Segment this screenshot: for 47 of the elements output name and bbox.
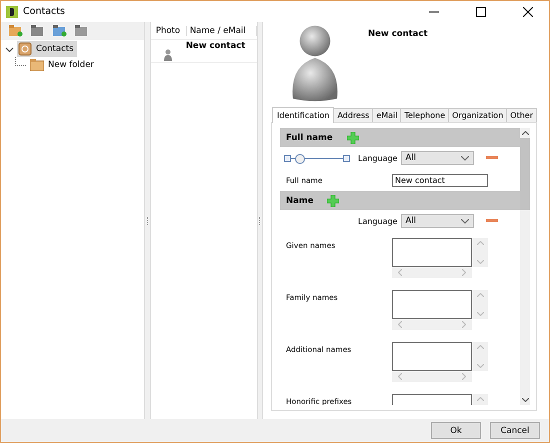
section-title: Name xyxy=(286,196,314,206)
caret-icon xyxy=(461,218,470,224)
scroll-right-icon[interactable] xyxy=(462,269,466,276)
contact-name[interactable]: New contact xyxy=(186,41,246,51)
tree-item[interactable]: Contacts xyxy=(17,41,76,57)
scroll-left-icon[interactable] xyxy=(398,269,402,276)
folder-icon[interactable] xyxy=(9,25,23,37)
column-header[interactable]: Photo xyxy=(150,26,187,36)
close-icon[interactable] xyxy=(523,6,533,16)
add-icon[interactable] xyxy=(327,194,340,206)
scroll-up-icon[interactable] xyxy=(522,131,528,135)
language-dropdown[interactable]: All xyxy=(401,214,474,228)
scroll-down-icon[interactable] xyxy=(522,398,528,402)
tab[interactable]: Telephone xyxy=(400,108,450,122)
tab[interactable]: Organization xyxy=(448,108,508,122)
tab[interactable]: Other xyxy=(506,108,537,122)
tree-item[interactable]: New folder xyxy=(29,58,97,72)
column-header[interactable]: Name / eMail xyxy=(186,26,257,36)
tab[interactable]: Address xyxy=(333,108,374,122)
tab[interactable]: Identification xyxy=(272,107,334,123)
slider[interactable] xyxy=(284,154,350,162)
language-dropdown[interactable]: All xyxy=(401,151,474,165)
folder-icon[interactable] xyxy=(31,25,45,37)
maximize-icon[interactable] xyxy=(476,6,486,16)
ok-button[interactable]: Ok xyxy=(431,422,481,439)
caret-icon xyxy=(461,156,470,160)
scrollbar[interactable] xyxy=(520,128,530,405)
scroll-left-icon[interactable] xyxy=(398,373,402,380)
section-title: Full name xyxy=(286,132,333,142)
language-label: Language xyxy=(358,216,398,226)
window-title: Contacts xyxy=(23,6,65,17)
remove-icon[interactable] xyxy=(486,156,498,160)
scroll-left-icon[interactable] xyxy=(398,321,402,328)
full-name-field[interactable]: New contact xyxy=(392,174,488,186)
scroll-right-icon[interactable] xyxy=(462,373,466,380)
scroll-right-icon[interactable] xyxy=(462,321,466,328)
contact-title: New contact xyxy=(368,29,428,39)
remove-icon[interactable] xyxy=(486,219,498,223)
cancel-button[interactable]: Cancel xyxy=(490,422,540,439)
add-icon[interactable] xyxy=(346,132,359,144)
folder-icon xyxy=(30,59,44,71)
address-book-icon xyxy=(18,42,32,56)
tab[interactable]: eMail xyxy=(372,108,402,122)
app-icon xyxy=(6,6,18,18)
expand-icon[interactable] xyxy=(5,44,14,54)
language-label: Language xyxy=(358,154,398,162)
person-icon xyxy=(164,49,172,61)
